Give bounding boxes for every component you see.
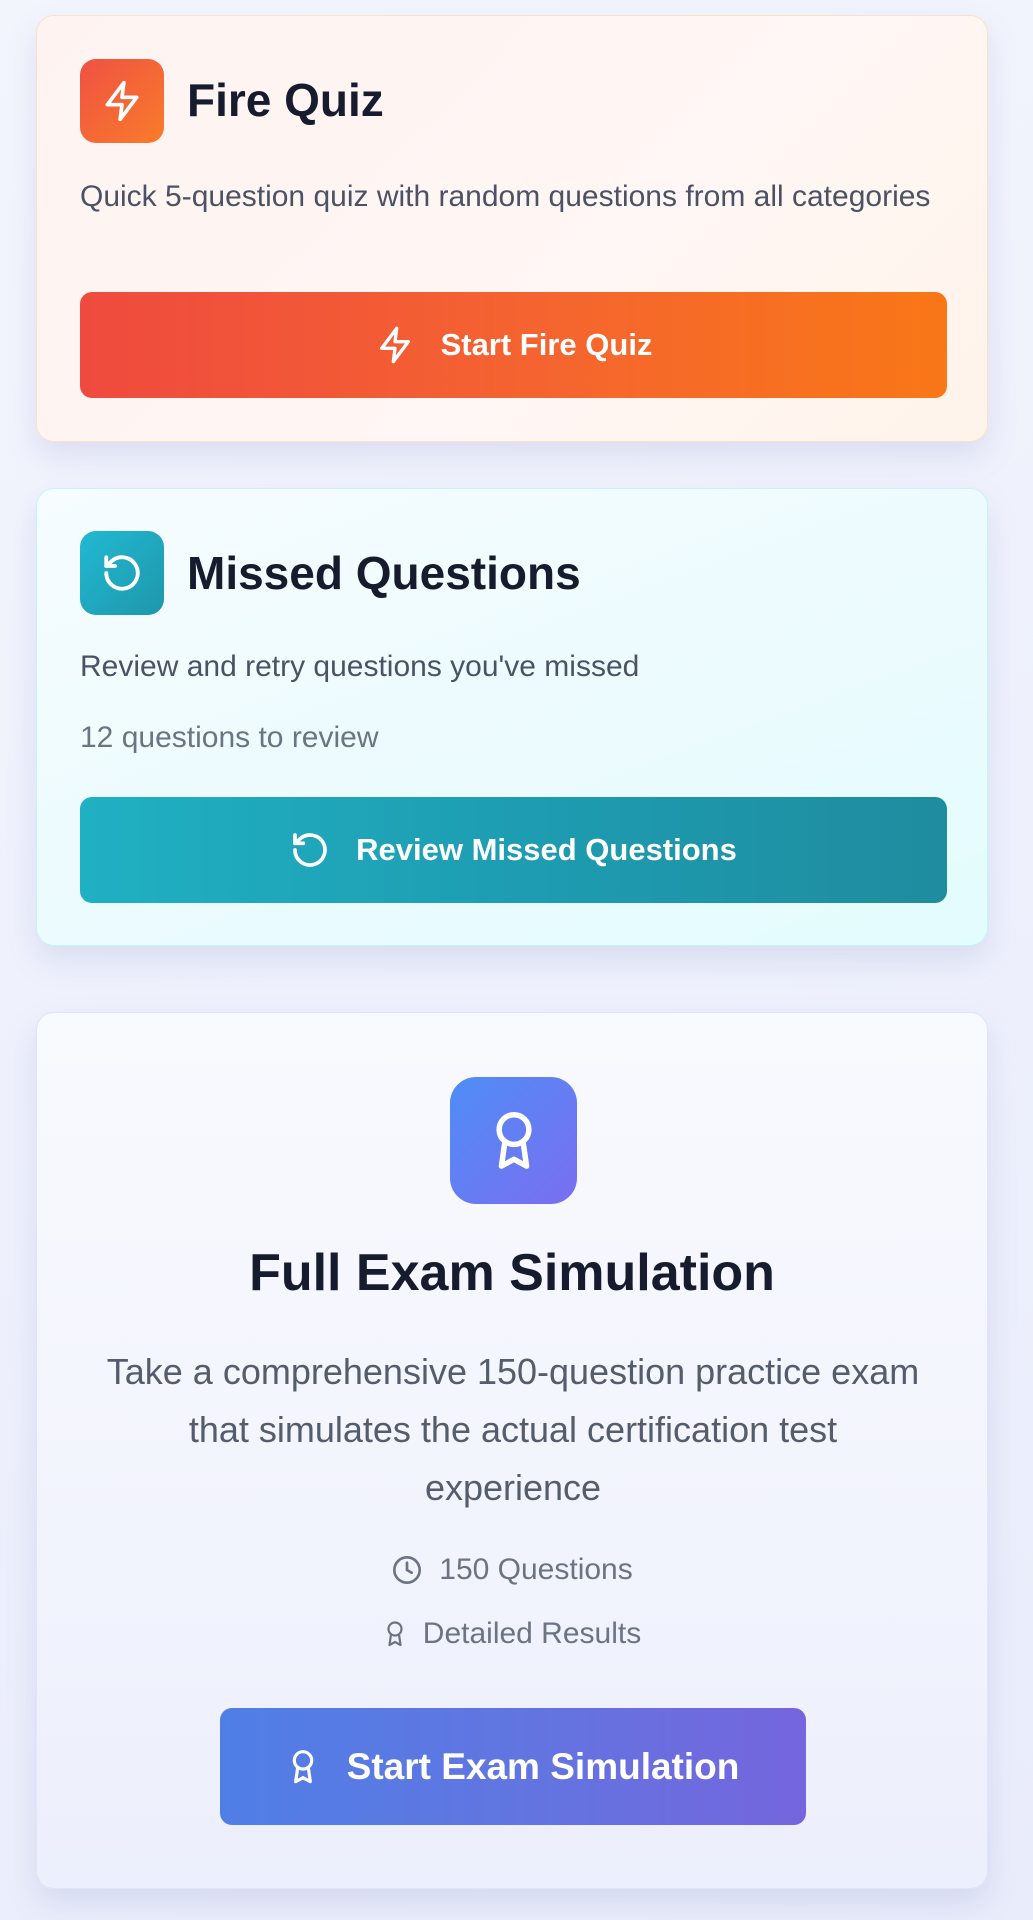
review-missed-questions-label: Review Missed Questions: [356, 832, 737, 867]
exam-simulation-title: Full Exam Simulation: [249, 1244, 775, 1302]
lightning-icon: [375, 325, 415, 365]
award-icon: [383, 1618, 407, 1650]
missed-questions-description: Review and retry questions you've missed: [80, 650, 640, 683]
fire-quiz-card: Fire Quiz Quick 5-question quiz with ran…: [36, 15, 988, 442]
start-exam-simulation-label: Start Exam Simulation: [346, 1745, 740, 1787]
award-icon: [287, 1747, 319, 1787]
feature-question-count: 150 Questions: [37, 1553, 987, 1587]
fire-quiz-description: Quick 5-question quiz with random questi…: [80, 180, 931, 213]
fire-quiz-title: Fire Quiz: [187, 74, 384, 126]
award-icon: [450, 1077, 577, 1204]
review-missed-questions-button[interactable]: Review Missed Questions: [80, 797, 947, 903]
feature-detailed-results-label: Detailed Results: [422, 1617, 642, 1650]
start-fire-quiz-label: Start Fire Quiz: [440, 327, 653, 362]
exam-simulation-card: Full Exam Simulation Take a comprehensiv…: [36, 1012, 988, 1889]
start-exam-simulation-button[interactable]: Start Exam Simulation: [220, 1708, 806, 1825]
missed-questions-card: Missed Questions Review and retry questi…: [36, 488, 988, 946]
exam-simulation-description: Take a comprehensive 150-question practi…: [106, 1351, 920, 1508]
feature-detailed-results: Detailed Results: [37, 1617, 987, 1651]
missed-questions-count: 12 questions to review: [80, 721, 379, 754]
missed-questions-title: Missed Questions: [187, 547, 581, 599]
retry-icon: [80, 531, 164, 615]
feature-question-count-label: 150 Questions: [439, 1553, 633, 1586]
clock-icon: [391, 1554, 423, 1586]
retry-icon: [290, 830, 330, 870]
lightning-icon: [80, 59, 164, 143]
start-fire-quiz-button[interactable]: Start Fire Quiz: [80, 292, 947, 398]
